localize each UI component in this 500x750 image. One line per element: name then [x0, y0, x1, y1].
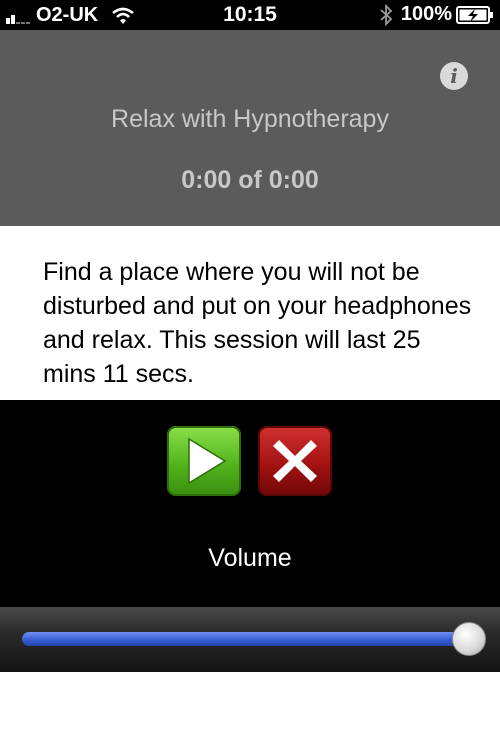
control-panel: Volume	[0, 400, 500, 672]
footer-area	[0, 672, 500, 750]
play-icon	[188, 437, 227, 485]
stop-button[interactable]	[258, 426, 332, 496]
instructions-panel: Find a place where you will not be distu…	[0, 226, 500, 400]
close-icon	[273, 440, 317, 482]
status-bar: O2-UK 10:15 100%	[0, 0, 500, 30]
volume-slider-thumb[interactable]	[452, 622, 486, 656]
volume-slider-fill	[22, 632, 468, 646]
playback-time: 0:00 of 0:00	[181, 166, 319, 194]
battery-charging-icon	[456, 5, 493, 24]
play-button[interactable]	[167, 426, 241, 496]
app-screen: O2-UK 10:15 100% i Relax with Hypnothera…	[0, 0, 500, 750]
info-icon[interactable]: i	[440, 62, 468, 90]
instructions-text: Find a place where you will not be distu…	[43, 258, 472, 388]
header-panel: i Relax with Hypnotherapy 0:00 of 0:00	[0, 30, 500, 226]
bluetooth-icon	[380, 3, 393, 26]
battery-percent: 100%	[400, 3, 452, 25]
volume-label: Volume	[208, 544, 292, 572]
volume-slider[interactable]	[22, 622, 486, 656]
session-title: Relax with Hypnotherapy	[111, 105, 389, 133]
volume-slider-bar	[0, 607, 500, 672]
status-right: 100%	[379, 3, 494, 26]
